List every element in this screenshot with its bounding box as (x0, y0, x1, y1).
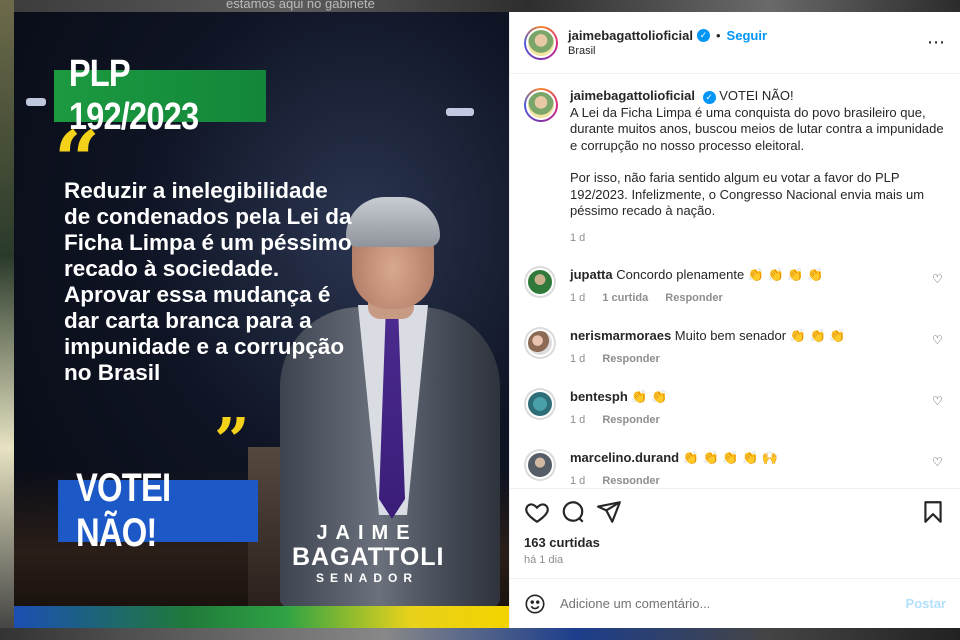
comment: marcelino.durand 👏 👏 👏 👏 🙌 1 d Responder… (524, 449, 946, 484)
reply-button[interactable]: Responder (602, 353, 659, 365)
comment-meta: 1 d 1 curtida Responder (570, 289, 920, 307)
like-comment-heart-icon[interactable]: ♡ (932, 272, 946, 286)
comment: jupatta Concordo plenamente 👏 👏 👏 👏 1 d … (524, 266, 946, 307)
comment-time[interactable]: 1 d (570, 414, 585, 426)
post-comment-button[interactable]: Postar (906, 596, 946, 611)
caption-meta: 1 d (570, 230, 945, 247)
backdrop-text: estamos aqui no gabinete (226, 0, 375, 11)
comment-body: nerismarmoraes Muito bem senador 👏 👏 👏 1… (570, 327, 920, 368)
comment-time[interactable]: 1 d (570, 292, 585, 304)
post-image[interactable]: PLP 192/2023 “ Reduzir a inelegibilidade… (14, 12, 509, 628)
comment-body: marcelino.durand 👏 👏 👏 👏 🙌 1 d Responder (570, 449, 920, 484)
comment-avatar[interactable] (524, 266, 556, 298)
caption-paragraph-1: A Lei da Ficha Limpa é uma conquista do … (570, 104, 944, 153)
comment-username[interactable]: jupatta (570, 267, 613, 282)
comment: bentesph 👏 👏 1 d Responder ♡ (524, 388, 946, 429)
ceiling-light (26, 98, 46, 106)
comment-avatar[interactable] (524, 449, 556, 481)
close-quote-icon: ” (214, 404, 250, 477)
more-options-icon[interactable]: ⋯ (927, 32, 946, 53)
quote-text: Reduzir a inelegibilidade de condenados … (64, 178, 352, 385)
add-comment-bar: Postar (510, 578, 960, 628)
signature-last-name: BAGATTOLI (292, 543, 445, 571)
avatar[interactable] (524, 25, 558, 60)
comment-body: jupatta Concordo plenamente 👏 👏 👏 👏 1 d … (570, 266, 920, 307)
flag-color-bar (14, 606, 509, 628)
comment-time[interactable]: 1 d (570, 475, 585, 484)
reply-button[interactable]: Responder (602, 414, 659, 426)
comment-meta: 1 d Responder (570, 472, 920, 484)
post-header: jaimebagattolioficial ✓ • Seguir Brasil … (510, 12, 960, 74)
reply-button[interactable]: Responder (602, 475, 659, 484)
like-comment-heart-icon[interactable]: ♡ (932, 394, 946, 408)
caption-username[interactable]: jaimebagattolioficial (570, 88, 695, 103)
post-actions: 163 curtidas há 1 dia (510, 488, 960, 566)
posted-time[interactable]: há 1 dia (524, 554, 946, 566)
comment: nerismarmoraes Muito bem senador 👏 👏 👏 1… (524, 327, 946, 368)
caption-headline: VOTEI NÃO! (719, 88, 794, 103)
comment-avatar[interactable] (524, 327, 556, 359)
verified-icon: ✓ (702, 90, 716, 104)
caption: jaimebagattolioficial ✓ VOTEI NÃO! A Lei… (524, 88, 946, 246)
location[interactable]: Brasil (568, 45, 927, 57)
reply-button[interactable]: Responder (665, 292, 722, 304)
comment-meta: 1 d Responder (570, 411, 920, 429)
comment-username[interactable]: bentesph (570, 389, 628, 404)
likes-count[interactable]: 163 curtidas (524, 535, 946, 550)
comment-icon[interactable] (560, 499, 586, 525)
verified-icon: ✓ (696, 29, 710, 42)
comment-text: Muito bem senador 👏 👏 👏 (674, 328, 846, 343)
signature: JAIME BAGATTOLI SENADOR (292, 522, 445, 586)
separator: • (715, 28, 721, 43)
comment-likes[interactable]: 1 curtida (602, 292, 648, 304)
caption-time[interactable]: 1 d (570, 232, 585, 244)
like-comment-heart-icon[interactable]: ♡ (932, 333, 946, 347)
comment-time[interactable]: 1 d (570, 353, 585, 365)
vote-badge: VOTEI NÃO! (58, 466, 258, 555)
caption-first-line: jaimebagattolioficial ✓ VOTEI NÃO! (570, 88, 945, 105)
comment-text: 👏 👏 👏 👏 🙌 (682, 450, 779, 465)
comment-input[interactable] (560, 596, 906, 611)
comment-username[interactable]: nerismarmoraes (570, 328, 671, 343)
comment-body: bentesph 👏 👏 1 d Responder (570, 388, 920, 429)
emoji-icon[interactable] (524, 593, 546, 615)
comments-area[interactable]: jaimebagattolioficial ✓ VOTEI NÃO! A Lei… (510, 74, 960, 484)
comment-avatar[interactable] (524, 388, 556, 420)
follow-button[interactable]: Seguir (727, 28, 767, 43)
comment-meta: 1 d Responder (570, 350, 920, 368)
ceiling-light (446, 108, 474, 116)
avatar-image (526, 390, 554, 418)
header-text: jaimebagattolioficial ✓ • Seguir Brasil (568, 28, 927, 57)
vote-badge-text: VOTEI NÃO! (76, 466, 171, 555)
avatar-image (526, 27, 556, 58)
post-sidebar: jaimebagattolioficial ✓ • Seguir Brasil … (509, 12, 960, 628)
caption-body: jaimebagattolioficial ✓ VOTEI NÃO! A Lei… (570, 88, 945, 246)
comment-text: Concordo plenamente 👏 👏 👏 👏 (616, 267, 824, 282)
share-icon[interactable] (596, 499, 622, 525)
header-username[interactable]: jaimebagattolioficial (568, 28, 693, 43)
signature-role: SENADOR (315, 571, 418, 585)
action-row (524, 499, 946, 525)
like-comment-heart-icon[interactable]: ♡ (932, 455, 946, 469)
caption-avatar[interactable] (524, 88, 558, 122)
post-modal: PLP 192/2023 “ Reduzir a inelegibilidade… (14, 12, 960, 628)
backdrop-bottom (0, 628, 960, 640)
hair (346, 197, 440, 247)
avatar-image (526, 451, 554, 479)
avatar-image (526, 268, 554, 296)
signature-first-name: JAIME (316, 522, 418, 544)
heart-icon[interactable] (524, 499, 550, 525)
backdrop-strip (0, 0, 14, 640)
caption-paragraph-2: Por isso, não faria sentido algum eu vot… (570, 170, 925, 218)
comment-text: 👏 👏 (631, 389, 668, 404)
avatar-image (526, 329, 554, 357)
comment-username[interactable]: marcelino.durand (570, 450, 679, 465)
header-user-line: jaimebagattolioficial ✓ • Seguir (568, 28, 927, 43)
avatar-image (526, 90, 556, 120)
bookmark-icon[interactable] (920, 499, 946, 525)
